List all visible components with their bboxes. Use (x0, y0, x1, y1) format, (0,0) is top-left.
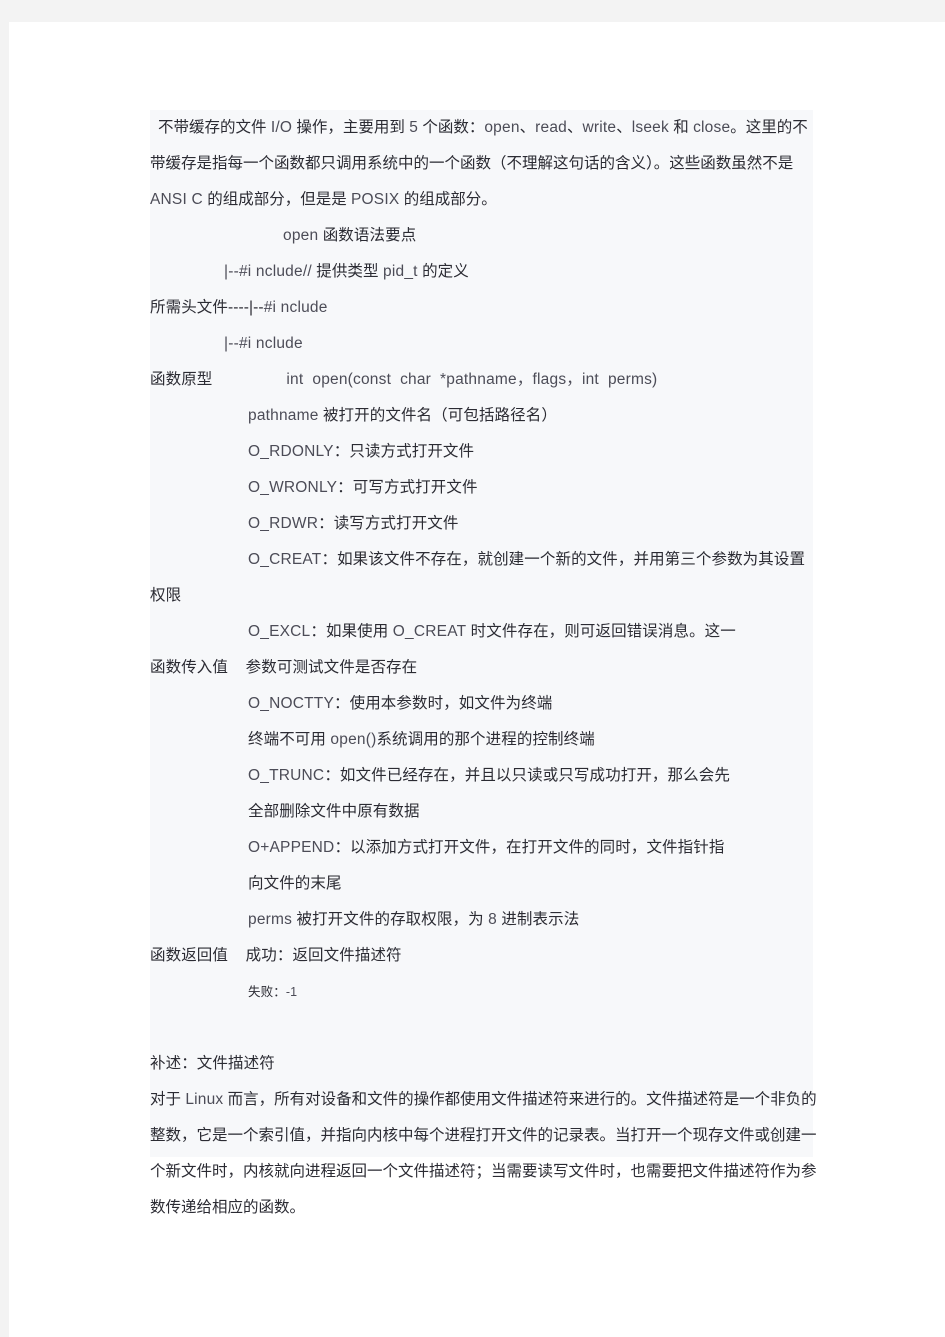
header-include-line-2: 所需头文件----|--#i nclude (150, 290, 850, 326)
param-perms-name: perms (248, 911, 293, 928)
include-directive-2: #i nclude (263, 299, 328, 316)
supplement-body-b: 而言，所有对设备和文件的操作都使用文件描述符来进行的。文件描述符是一个非负的整数… (150, 1091, 817, 1216)
fn-lseek: lseek (631, 119, 669, 136)
section-title: open 函数语法要点 (150, 218, 850, 254)
intro-text-b: 操作，主要用到 (292, 119, 410, 136)
param-pathname-desc: 被打开的文件名（可包括路径名） (318, 407, 557, 424)
section-title-rest: 函数语法要点 (318, 227, 417, 244)
intro-text-c: 个函数： (418, 119, 485, 136)
param-perms-radix: 8 (488, 911, 497, 928)
param-perms: perms 被打开文件的存取权限，为 8 进制表示法 (150, 902, 850, 938)
fn-read: read (535, 119, 567, 136)
required-headers-label: 所需头文件----|-- (150, 299, 264, 316)
function-prototype-code: int open(const char *pathname，flags，int … (286, 371, 658, 388)
input-values-label: 函数传入值 (150, 659, 229, 676)
flag-o-rdonly: O_RDONLY：只读方式打开文件 (150, 434, 850, 470)
flag-o-wronly-name: O_WRONLY (248, 479, 338, 496)
flag-o-wronly-desc: ：可写方式打开文件 (337, 479, 478, 496)
flag-o-trunc: O_TRUNC：如文件已经存在，并且以只读或只写成功打开，那么会先 (150, 758, 850, 794)
flag-o-excl-desc-b: 时文件存在，则可返回错误消息。这一 (466, 623, 736, 640)
document-page: 不带缓存的文件 I/O 操作，主要用到 5 个函数：open、read、writ… (9, 22, 945, 1337)
io-term: I/O (270, 119, 293, 136)
header-include-line-3: |--#i nclude (150, 326, 850, 362)
flag-o-noctty-name: O_NOCTTY (248, 695, 334, 712)
intro-text-j: 的组成部分，但是是 (202, 191, 352, 208)
flag-o-append-name: O+APPEND (248, 839, 335, 856)
flag-o-creat-name: O_CREAT (248, 551, 322, 568)
c-term: C (186, 191, 203, 208)
flag-o-creat-continuation: 权限 (150, 587, 182, 604)
supplement-heading: 补述：文件描述符 (150, 1055, 275, 1072)
comment-text-1: 提供类型 (311, 263, 384, 280)
intro-text-g: 和 (668, 119, 694, 136)
linux-term: Linux (185, 1091, 224, 1108)
count-five: 5 (409, 119, 419, 136)
sep-1: 、 (519, 119, 536, 136)
flag-o-wronly: O_WRONLY：可写方式打开文件 (150, 470, 850, 506)
flag-o-rdwr: O_RDWR：读写方式打开文件 (150, 506, 850, 542)
flag-o-rdonly-desc: ：只读方式打开文件 (333, 443, 475, 460)
flag-o-trunc-desc: ：如文件已经存在，并且以只读或只写成功打开，那么会先 (324, 767, 730, 784)
flag-o-noctty-continuation: 终端不可用 open()系统调用的那个进程的控制终端 (150, 722, 850, 758)
branch-prefix-icon: |-- (224, 263, 239, 280)
include-directive-3: #i nclude (238, 335, 303, 352)
flag-o-rdwr-name: O_RDWR (248, 515, 319, 532)
noctty-cont-text-a: 终端不可用 (248, 731, 331, 748)
flag-o-trunc-name: O_TRUNC (248, 767, 325, 784)
flag-o-creat: O_CREAT：如果该文件不存在，就创建一个新的文件，并用第三个参数为其设置 (150, 542, 850, 578)
param-perms-desc-b: 进制表示法 (496, 911, 580, 928)
section-title-open: open (283, 227, 319, 244)
input-values-continuation: 参数可测试文件是否存在 (228, 659, 418, 676)
return-value-label: 函数返回值 (150, 947, 229, 964)
return-value-success: 成功：返回文件描述符 (228, 947, 402, 964)
open-call-ref: open() (330, 731, 377, 748)
flag-o-noctty: O_NOCTTY：使用本参数时，如文件为终端 (150, 686, 850, 722)
posix-term: POSIX (351, 191, 400, 208)
ansi-term: ANSI (150, 191, 187, 208)
fn-open: open (484, 119, 520, 136)
return-value-failure: 失败：-1 (150, 974, 850, 1010)
param-perms-desc-a: 被打开文件的存取权限，为 (292, 911, 489, 928)
pid-t-type: pid_t (383, 263, 418, 280)
flag-o-excl-creat-ref: O_CREAT (392, 623, 467, 640)
sep-3: 、 (616, 119, 632, 136)
fn-close: close (693, 119, 731, 136)
flag-o-excl-desc-a: ：如果使用 (310, 623, 393, 640)
intro-paragraph: 不带缓存的文件 I/O 操作，主要用到 5 个函数：open、read、writ… (150, 110, 821, 218)
function-prototype-label: 函数原型 (150, 371, 213, 388)
flag-o-creat-desc: ：如果该文件不存在，就创建一个新的文件，并用第三个参数为其设置 (321, 551, 806, 568)
branch-prefix-icon-2: |-- (224, 335, 239, 352)
intro-text-k: 的组成部分。 (399, 191, 497, 208)
flag-o-append-desc: ：以添加方式打开文件，在打开文件的同时，文件指针指 (334, 839, 725, 856)
flag-o-noctty-desc: ：使用本参数时，如文件为终端 (334, 695, 553, 712)
input-values-line: 函数传入值 参数可测试文件是否存在 (150, 650, 850, 686)
flag-o-rdonly-name: O_RDONLY (248, 443, 334, 460)
comment-slashes-icon: // (302, 263, 312, 280)
header-include-line-1: |--#i nclude// 提供类型 pid_t 的定义 (150, 254, 850, 290)
supplement-body-a: 对于 (150, 1091, 186, 1108)
comment-tail-1: 的定义 (417, 263, 469, 280)
fn-write: write (582, 119, 617, 136)
function-prototype-line: 函数原型 int open(const char *pathname，flags，… (150, 362, 850, 398)
flag-o-append-continuation: 向文件的末尾 (248, 875, 342, 892)
include-directive-1: #i nclude (238, 263, 303, 280)
flag-o-excl: O_EXCL：如果使用 O_CREAT 时文件存在，则可返回错误消息。这一 (150, 614, 850, 650)
return-value-failure-label: 失败： (248, 985, 286, 999)
document-content: 不带缓存的文件 I/O 操作，主要用到 5 个函数：open、read、writ… (150, 110, 850, 1226)
flag-o-rdwr-desc: ：读写方式打开文件 (318, 515, 459, 532)
intro-text-a: 不带缓存的文件 (158, 119, 271, 136)
param-pathname: pathname 被打开的文件名（可包括路径名） (150, 398, 850, 434)
param-pathname-name: pathname (248, 407, 319, 424)
flag-o-excl-name: O_EXCL (248, 623, 311, 640)
return-value-failure-value: -1 (285, 985, 298, 999)
supplement-body: 对于 Linux 而言，所有对设备和文件的操作都使用文件描述符来进行的。文件描述… (150, 1082, 821, 1226)
flag-o-append: O+APPEND：以添加方式打开文件，在打开文件的同时，文件指针指 (150, 830, 850, 866)
sep-2: 、 (567, 119, 583, 136)
flag-o-trunc-continuation: 全部删除文件中原有数据 (248, 803, 420, 820)
return-value-line: 函数返回值 成功：返回文件描述符 (150, 938, 850, 974)
noctty-cont-text-b: 系统调用的那个进程的控制终端 (376, 731, 595, 748)
